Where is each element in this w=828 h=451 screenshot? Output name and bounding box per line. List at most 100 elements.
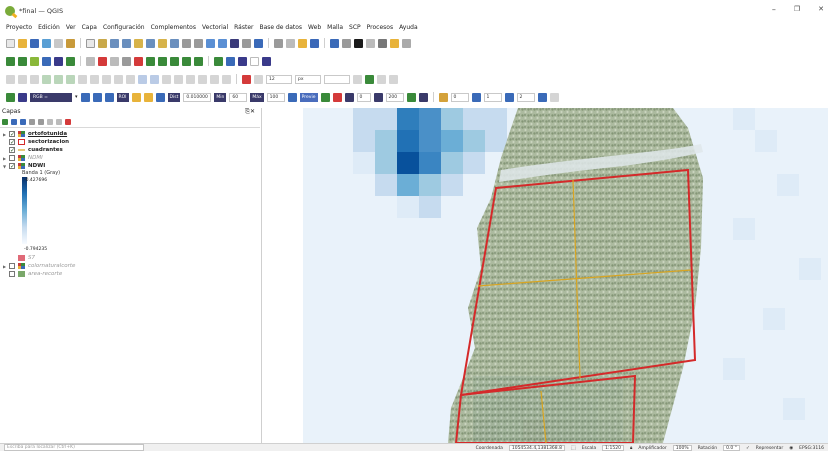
scp-zoom-icon[interactable]	[6, 92, 15, 102]
scp-size-icon[interactable]	[373, 92, 383, 102]
temporal-controller-icon[interactable]	[230, 38, 239, 48]
expand-icon[interactable]: ▶	[2, 132, 7, 137]
restore-button[interactable]: ❐	[794, 5, 800, 14]
scp-band-set-icon[interactable]	[238, 56, 247, 66]
rgb-composite-select[interactable]: RGB =	[30, 92, 72, 102]
actions-icon[interactable]	[286, 38, 295, 48]
menu-procesos[interactable]: Procesos	[367, 24, 393, 31]
move-label-icon[interactable]	[198, 74, 207, 84]
expand-all-icon[interactable]	[47, 118, 53, 125]
add-virtual-layer-icon[interactable]	[134, 56, 143, 66]
save-edits-icon[interactable]	[30, 74, 39, 84]
menu-ayuda[interactable]: Ayuda	[399, 24, 418, 31]
scp-band-3-icon[interactable]	[504, 92, 514, 102]
expand-icon[interactable]: ▶	[2, 264, 7, 269]
minimize-button[interactable]: –	[772, 5, 776, 14]
copy-features-icon[interactable]	[114, 74, 123, 84]
scale-field[interactable]: 1:1520	[602, 445, 624, 451]
zoom-to-layer-icon[interactable]	[158, 38, 167, 48]
expand-icon[interactable]: ▶	[2, 156, 7, 161]
refresh-all-icon[interactable]	[254, 38, 263, 48]
new-geopackage-icon[interactable]	[146, 56, 155, 66]
layer-item-sectorizacion[interactable]: ✓ sectorizacion	[0, 138, 260, 146]
dist-input[interactable]: 0.010000	[183, 92, 212, 102]
filter-by-expression-icon[interactable]	[38, 118, 44, 125]
lock-scale-icon[interactable]: 🔒︎	[630, 445, 632, 451]
preview-size-input[interactable]: 200	[385, 92, 404, 102]
scp-classification-icon[interactable]	[262, 56, 271, 66]
layer-item-cuadrantes[interactable]: ✓ cuadrantes	[0, 146, 260, 154]
show-hide-labels-icon[interactable]	[186, 74, 195, 84]
annotation-font-icon[interactable]	[254, 74, 263, 84]
text-annotation-icon[interactable]	[390, 38, 399, 48]
layer-visibility-checkbox[interactable]	[9, 271, 15, 277]
scp-band-4-icon[interactable]	[537, 92, 547, 102]
band-0-input[interactable]: 0	[450, 92, 469, 102]
scp-extra-icon[interactable]	[549, 92, 559, 102]
tracing-icon[interactable]	[377, 74, 386, 84]
scp-main-icon[interactable]	[214, 56, 223, 66]
manage-visibility-icon[interactable]	[20, 118, 26, 125]
scp-region-grow-icon[interactable]	[155, 92, 165, 102]
crs-label[interactable]: EPSG:3116	[799, 446, 824, 451]
layer-item-area-recorte[interactable]: area-recorte	[0, 270, 260, 278]
collapse-all-icon[interactable]	[56, 118, 62, 125]
layer-visibility-checkbox[interactable]	[9, 263, 15, 269]
add-postgis-layer-icon[interactable]	[86, 56, 95, 66]
map-canvas[interactable]	[263, 108, 828, 443]
new-shapefile-icon[interactable]	[158, 56, 167, 66]
add-vector-layer-icon[interactable]	[18, 56, 27, 66]
new-temp-layer-icon[interactable]	[182, 56, 191, 66]
data-source-manager-icon[interactable]	[6, 56, 15, 66]
band-1-input[interactable]: 1	[483, 92, 502, 102]
layer-item-ndwi[interactable]: ▼ ✓ NDWI	[0, 162, 260, 170]
menu-proyecto[interactable]: Proyecto	[6, 24, 32, 31]
add-delimited-text-icon[interactable]	[54, 56, 63, 66]
scp-remove-temp-icon[interactable]	[418, 92, 428, 102]
select-features-icon[interactable]	[298, 38, 307, 48]
add-feature-icon[interactable]	[54, 74, 63, 84]
layer-item-ndmi[interactable]: ▶ NDMI	[0, 154, 260, 162]
scp-show-input-image-icon[interactable]	[18, 92, 27, 102]
menu-ver[interactable]: Ver	[66, 24, 76, 31]
menu-configuracion[interactable]: Configuración	[103, 24, 145, 31]
open-attribute-table-icon[interactable]	[330, 38, 339, 48]
band-2-input[interactable]: 2	[516, 92, 535, 102]
add-wms-layer-icon[interactable]	[98, 56, 107, 66]
scp-rgb-list-icon[interactable]	[80, 92, 90, 102]
roi-label[interactable]: ROI	[116, 92, 129, 102]
new-map-view-icon[interactable]	[206, 38, 215, 48]
scp-sample-icon[interactable]	[250, 56, 259, 66]
scp-preview-type-icon[interactable]	[344, 92, 354, 102]
identify-features-icon[interactable]	[274, 38, 283, 48]
add-group-icon[interactable]	[11, 118, 17, 125]
menu-malla[interactable]: Malla	[327, 24, 343, 31]
zoom-to-selection-icon[interactable]	[146, 38, 155, 48]
menu-capa[interactable]: Capa	[82, 24, 97, 31]
zoom-full-icon[interactable]	[134, 38, 143, 48]
zoom-in-icon[interactable]	[110, 38, 119, 48]
vertex-tool-icon[interactable]	[66, 74, 75, 84]
min-input[interactable]: 60	[229, 92, 248, 102]
render-checkbox[interactable]: ✓	[746, 446, 750, 451]
save-project-icon[interactable]	[30, 38, 39, 48]
zoom-native-icon[interactable]	[170, 38, 179, 48]
add-raster-layer-icon[interactable]	[30, 56, 39, 66]
layer-visibility-checkbox[interactable]: ✓	[9, 139, 15, 146]
font-unit-select[interactable]: px	[295, 74, 321, 84]
label-toolbar-icon[interactable]	[162, 74, 171, 84]
layer-item-colornaturalcorte[interactable]: ▶ colornaturalcorte	[0, 262, 260, 270]
layout-manager-icon[interactable]	[54, 38, 63, 48]
rotation-field[interactable]: 0.0 °	[723, 445, 740, 451]
new-project-icon[interactable]	[6, 38, 15, 48]
new-virtual-layer-icon[interactable]	[194, 56, 203, 66]
add-mesh-layer-icon[interactable]	[42, 56, 51, 66]
zoom-next-icon[interactable]	[194, 38, 203, 48]
font-style-select[interactable]	[324, 74, 350, 84]
rotate-label-icon[interactable]	[210, 74, 219, 84]
filter-legend-icon[interactable]	[29, 118, 35, 125]
menu-edicion[interactable]: Edición	[38, 24, 60, 31]
panel-float-close-buttons[interactable]: ⎘✕	[245, 108, 255, 117]
magnifier-field[interactable]: 100%	[672, 445, 692, 451]
map-tips-icon[interactable]	[378, 38, 387, 48]
